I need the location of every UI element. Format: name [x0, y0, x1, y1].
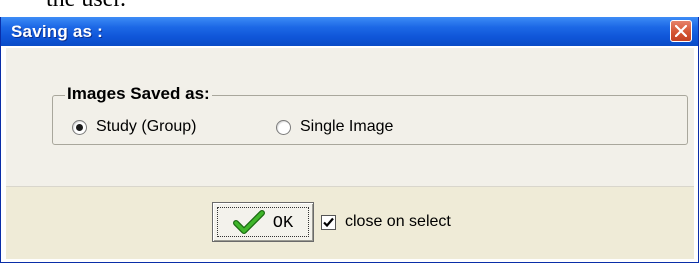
radio-label-study-group: Study (Group) — [96, 118, 197, 135]
close-icon — [675, 25, 687, 37]
radio-button-unchecked[interactable] — [276, 119, 291, 135]
title-bar[interactable]: Saving as : — [1, 17, 698, 46]
radio-button-checked[interactable] — [72, 119, 87, 135]
page-fragment-text: the user. — [46, 0, 126, 13]
checkmark-icon — [232, 210, 265, 234]
close-on-select-option[interactable]: close on select — [321, 211, 451, 233]
checkmark-small-icon — [323, 217, 334, 227]
group-title: Images Saved as: — [65, 84, 212, 104]
radio-single-image[interactable]: Single Image — [276, 116, 393, 138]
radio-study-group[interactable]: Study (Group) — [72, 116, 196, 138]
dialog-title: Saving as : — [11, 22, 103, 41]
ok-button[interactable]: OK — [212, 202, 314, 242]
radio-label-single-image: Single Image — [300, 118, 394, 135]
close-button[interactable] — [670, 20, 692, 42]
ok-button-label: OK — [272, 213, 294, 233]
options-panel: Images Saved as: Study (Group) Single Im… — [6, 48, 694, 187]
saving-as-dialog: Saving as : Images Saved as: Study (Grou… — [0, 17, 699, 263]
close-on-select-label: close on select — [345, 213, 451, 230]
close-on-select-checkbox[interactable] — [321, 214, 336, 230]
